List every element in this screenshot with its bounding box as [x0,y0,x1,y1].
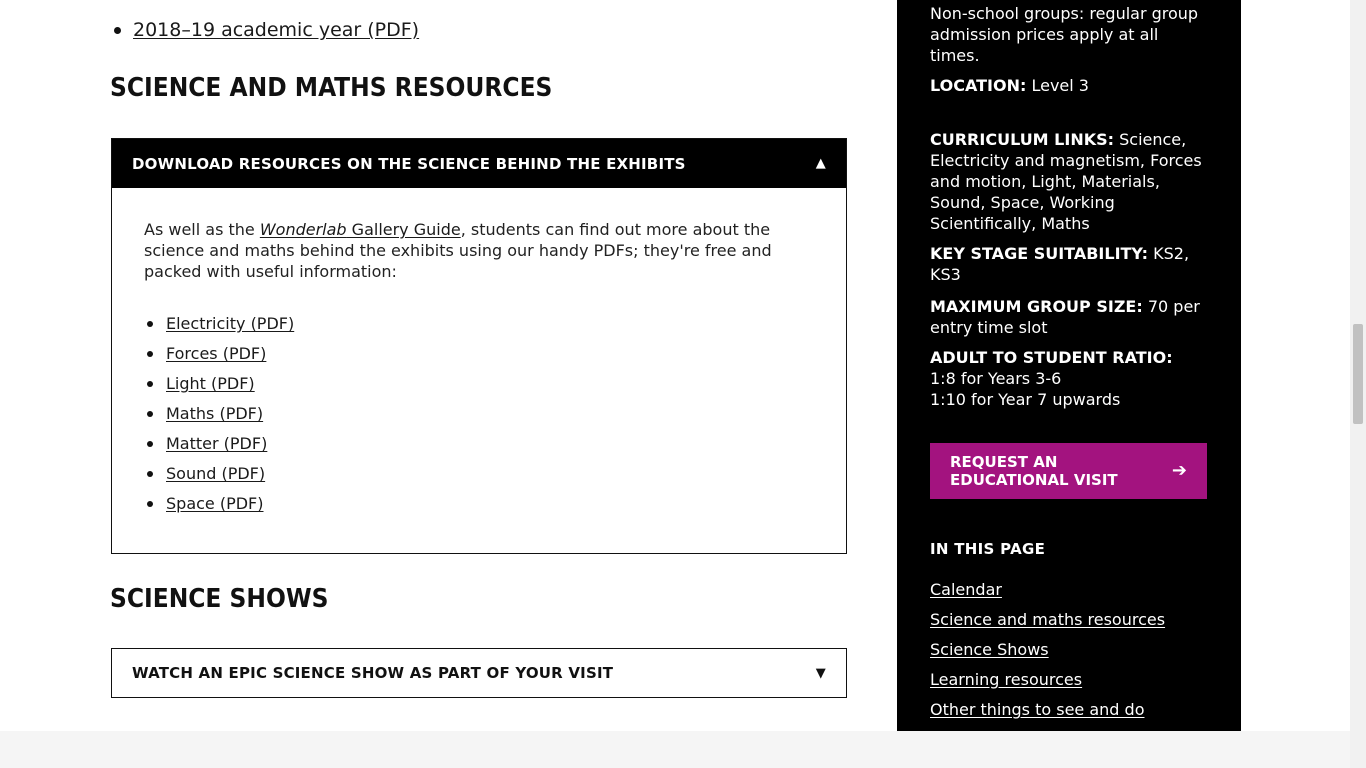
group-size-info: MAXIMUM GROUP SIZE: 70 per entry time sl… [930,296,1210,338]
resources-accordion-header[interactable]: DOWNLOAD RESOURCES ON THE SCIENCE BEHIND… [112,139,846,188]
list-item: Learning resources [930,665,1165,695]
ratio-info: ADULT TO STUDENT RATIO: 1:8 for Years 3-… [930,347,1210,410]
visit-info-sidebar: Non-school groups: regular group admissi… [897,0,1241,731]
resource-pdf-list: Electricity (PDF) Forces (PDF) Light (PD… [144,309,814,519]
maths-pdf-link[interactable]: Maths (PDF) [166,404,263,423]
list-item: Sound (PDF) [144,459,814,489]
request-visit-button[interactable]: REQUEST AN EDUCATIONAL VISIT ➔ [930,443,1207,499]
list-item: Science Shows [930,635,1165,665]
list-item: Forces (PDF) [144,339,814,369]
list-item: Other things to see and do [930,695,1165,725]
resources-intro: As well as the Wonderlab Gallery Guide, … [144,220,772,281]
list-item: 2018–19 academic year (PDF) [111,16,419,44]
key-stage-label: KEY STAGE SUITABILITY: [930,244,1149,263]
nav-link-calendar[interactable]: Calendar [930,580,1002,599]
electricity-pdf-link[interactable]: Electricity (PDF) [166,314,294,333]
nav-link-learning-resources[interactable]: Learning resources [930,670,1082,689]
resources-accordion-body: As well as the Wonderlab Gallery Guide, … [112,188,846,519]
list-item: Science and maths resources [930,605,1165,635]
ratio-line-1: 1:8 for Years 3-6 [930,369,1062,388]
scrollbar-thumb[interactable] [1353,324,1363,424]
sound-pdf-link[interactable]: Sound (PDF) [166,464,265,483]
list-item: Electricity (PDF) [144,309,814,339]
forces-pdf-link[interactable]: Forces (PDF) [166,344,266,363]
science-shows-heading: SCIENCE SHOWS [110,584,329,614]
light-pdf-link[interactable]: Light (PDF) [166,374,255,393]
caret-up-icon: ▲ [815,156,826,171]
academic-year-pdf-link[interactable]: 2018–19 academic year (PDF) [133,19,419,41]
resources-accordion: DOWNLOAD RESOURCES ON THE SCIENCE BEHIND… [111,138,847,554]
matter-pdf-link[interactable]: Matter (PDF) [166,434,267,453]
shows-accordion: WATCH AN EPIC SCIENCE SHOW AS PART OF YO… [111,648,847,698]
list-item: Maths (PDF) [144,399,814,429]
list-item: Calendar [930,575,1165,605]
ratio-line-2: 1:10 for Year 7 upwards [930,390,1121,409]
caret-down-icon: ▼ [815,665,826,681]
curriculum-info: CURRICULUM LINKS: Science, Electricity a… [930,129,1210,234]
in-this-page-nav: Calendar Science and maths resources Sci… [930,575,1165,725]
key-stage-info: KEY STAGE SUITABILITY: KS2, KS3 [930,243,1210,285]
nav-link-resources[interactable]: Science and maths resources [930,610,1165,629]
non-school-groups-text: Non-school groups: regular group admissi… [930,4,1199,65]
nav-link-other-things[interactable]: Other things to see and do [930,700,1144,719]
shows-accordion-title: WATCH AN EPIC SCIENCE SHOW AS PART OF YO… [132,664,614,682]
request-visit-label: REQUEST AN EDUCATIONAL VISIT [950,453,1118,489]
list-item: Light (PDF) [144,369,814,399]
shows-accordion-header[interactable]: WATCH AN EPIC SCIENCE SHOW AS PART OF YO… [112,649,846,697]
location-info: LOCATION: Level 3 [930,75,1210,96]
location-value: Level 3 [1026,76,1089,95]
arrow-right-icon: ➔ [1171,460,1187,481]
main-content: 2018–19 academic year (PDF) SCIENCE AND … [0,0,897,731]
calendar-pdf-list: 2018–19 academic year (PDF) [111,16,419,44]
group-size-label: MAXIMUM GROUP SIZE: [930,297,1143,316]
space-pdf-link[interactable]: Space (PDF) [166,494,264,513]
location-label: LOCATION: [930,76,1027,95]
curriculum-label: CURRICULUM LINKS: [930,130,1115,149]
footer-strip [0,731,1350,768]
list-item: Matter (PDF) [144,429,814,459]
resources-accordion-title: DOWNLOAD RESOURCES ON THE SCIENCE BEHIND… [132,154,686,173]
resources-heading: SCIENCE AND MATHS RESOURCES [110,73,553,103]
gallery-guide-link[interactable]: Wonderlab Gallery Guide [260,220,461,239]
in-this-page-title: IN THIS PAGE [930,540,1046,558]
ratio-label: ADULT TO STUDENT RATIO: [930,348,1173,367]
list-item: Space (PDF) [144,489,814,519]
page-scrollbar[interactable] [1350,0,1366,768]
nav-link-science-shows[interactable]: Science Shows [930,640,1049,659]
